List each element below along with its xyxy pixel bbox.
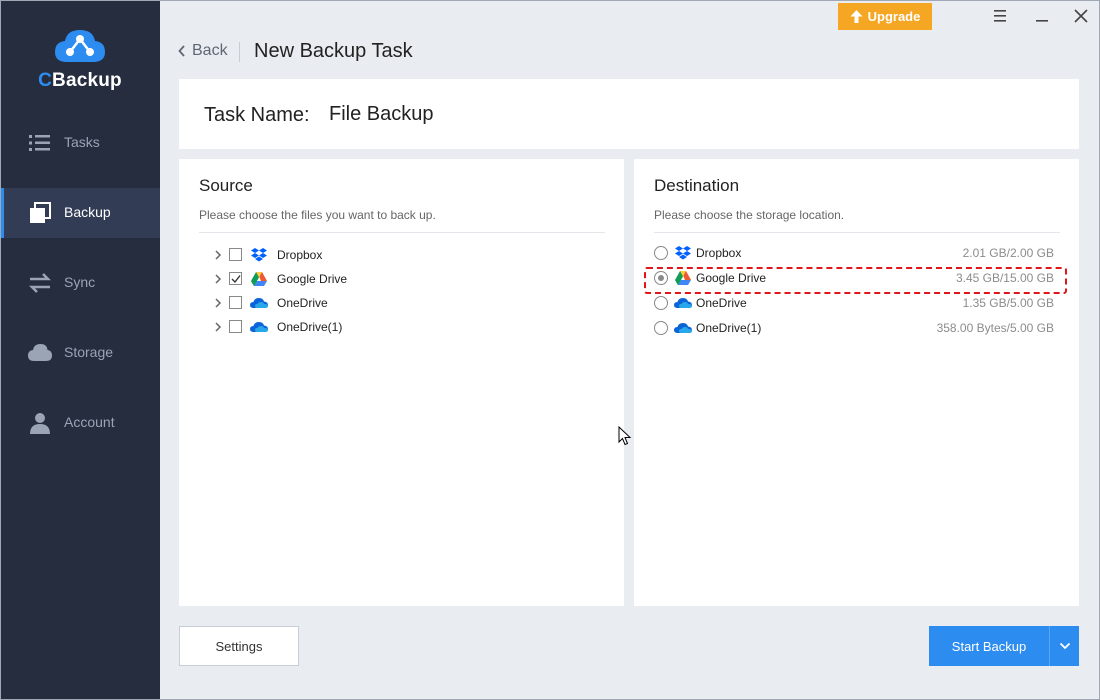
destination-panel: Destination Please choose the storage lo… [634, 159, 1079, 606]
destination-subtitle: Please choose the storage location. [654, 208, 845, 222]
source-item-label: OneDrive [277, 296, 328, 310]
sidebar-item-storage[interactable]: Storage [0, 328, 160, 378]
destination-item-label: OneDrive(1) [696, 321, 762, 335]
backup-icon [30, 202, 51, 223]
destination-radio[interactable] [654, 246, 668, 260]
checkmark-icon [231, 275, 241, 284]
onedrive-icon [674, 298, 692, 308]
cbackup-logo-icon [55, 30, 105, 62]
sidebar-item-tasks[interactable]: Tasks [0, 118, 160, 168]
upgrade-button[interactable]: Upgrade [838, 3, 932, 30]
destination-item-dropbox[interactable]: Dropbox 2.01 GB/2.00 GB [634, 241, 1079, 265]
settings-button[interactable]: Settings [179, 626, 299, 666]
source-item-onedrive: OneDrive [179, 291, 624, 315]
sidebar-item-label: Sync [64, 274, 96, 290]
source-item-google-drive: Google Drive [179, 267, 624, 291]
source-checkbox-checked[interactable] [229, 272, 242, 285]
sidebar-item-account[interactable]: Account [0, 398, 160, 448]
user-icon [30, 413, 50, 434]
chevron-down-icon [1059, 642, 1070, 650]
cloud-icon [28, 344, 52, 361]
minimize-icon[interactable] [1031, 6, 1053, 26]
start-backup-label: Start Backup [951, 638, 1027, 654]
close-icon[interactable] [1070, 6, 1092, 26]
source-subtitle: Please choose the files you want to back… [199, 208, 436, 222]
chevron-left-icon [178, 45, 185, 57]
source-panel: Source Please choose the files you want … [179, 159, 624, 606]
destination-radio[interactable] [654, 321, 668, 335]
chevron-right-icon[interactable] [213, 297, 223, 309]
sidebar-item-sync[interactable]: Sync [0, 258, 160, 308]
sidebar-item-label: Account [64, 414, 115, 430]
upgrade-label: Upgrade [867, 9, 921, 24]
destination-radio[interactable] [654, 296, 668, 310]
settings-label: Settings [215, 638, 263, 654]
storage-usage: 358.00 Bytes/5.00 GB [936, 321, 1054, 335]
sync-arrows-icon [28, 273, 52, 293]
sidebar-item-backup[interactable]: Backup [0, 188, 160, 238]
google-drive-icon [675, 271, 691, 285]
destination-item-label: OneDrive [696, 296, 747, 310]
start-backup-dropdown[interactable] [1049, 626, 1079, 666]
storage-usage: 3.45 GB/15.00 GB [955, 271, 1054, 285]
divider [199, 232, 605, 233]
source-item-dropbox: Dropbox [179, 243, 624, 267]
destination-item-onedrive-1[interactable]: OneDrive(1) 358.00 Bytes/5.00 GB [634, 316, 1079, 340]
source-item-label: Google Drive [277, 272, 348, 286]
divider [654, 232, 1060, 233]
destination-radio-selected[interactable] [654, 271, 668, 285]
onedrive-icon [250, 298, 268, 308]
chevron-right-icon[interactable] [213, 321, 223, 333]
destination-item-google-drive[interactable]: Google Drive 3.45 GB/15.00 GB [634, 266, 1079, 290]
back-label: Back [192, 42, 228, 59]
start-backup-button[interactable]: Start Backup [929, 626, 1049, 666]
storage-usage: 1.35 GB/5.00 GB [962, 296, 1054, 310]
back-button[interactable]: Back [178, 42, 228, 60]
chevron-right-icon[interactable] [213, 249, 223, 261]
source-item-onedrive-1: OneDrive(1) [179, 315, 624, 339]
source-checkbox[interactable] [229, 296, 242, 309]
source-item-label: Dropbox [277, 248, 323, 262]
destination-title: Destination [654, 176, 740, 195]
google-drive-icon [251, 272, 267, 286]
sidebar: CBackup Tasks Backup Sync Storage Accoun… [0, 0, 160, 700]
destination-item-label: Dropbox [696, 246, 742, 260]
onedrive-icon [250, 322, 268, 332]
source-checkbox[interactable] [229, 320, 242, 333]
header-divider [239, 42, 240, 62]
app-logo: CBackup [0, 26, 160, 92]
sidebar-item-label: Storage [64, 344, 114, 360]
task-name-input[interactable] [329, 103, 629, 126]
task-name-label: Task Name: [204, 104, 310, 126]
dropbox-icon [251, 248, 267, 262]
source-item-label: OneDrive(1) [277, 320, 343, 334]
page-title: New Backup Task [254, 40, 413, 62]
app-name: CBackup [38, 70, 122, 91]
onedrive-icon [674, 323, 692, 333]
dropbox-icon [675, 246, 691, 260]
list-icon [29, 135, 50, 151]
sidebar-item-label: Backup [64, 204, 111, 220]
source-checkbox[interactable] [229, 248, 242, 261]
menu-icon[interactable] [989, 6, 1011, 26]
destination-item-label: Google Drive [696, 271, 767, 285]
chevron-right-icon[interactable] [213, 273, 223, 285]
upload-arrow-icon [850, 10, 863, 23]
destination-item-onedrive[interactable]: OneDrive 1.35 GB/5.00 GB [634, 291, 1079, 315]
storage-usage: 2.01 GB/2.00 GB [962, 246, 1054, 260]
sidebar-item-label: Tasks [64, 134, 100, 150]
source-title: Source [199, 176, 253, 195]
task-name-card: Task Name: [179, 79, 1079, 149]
